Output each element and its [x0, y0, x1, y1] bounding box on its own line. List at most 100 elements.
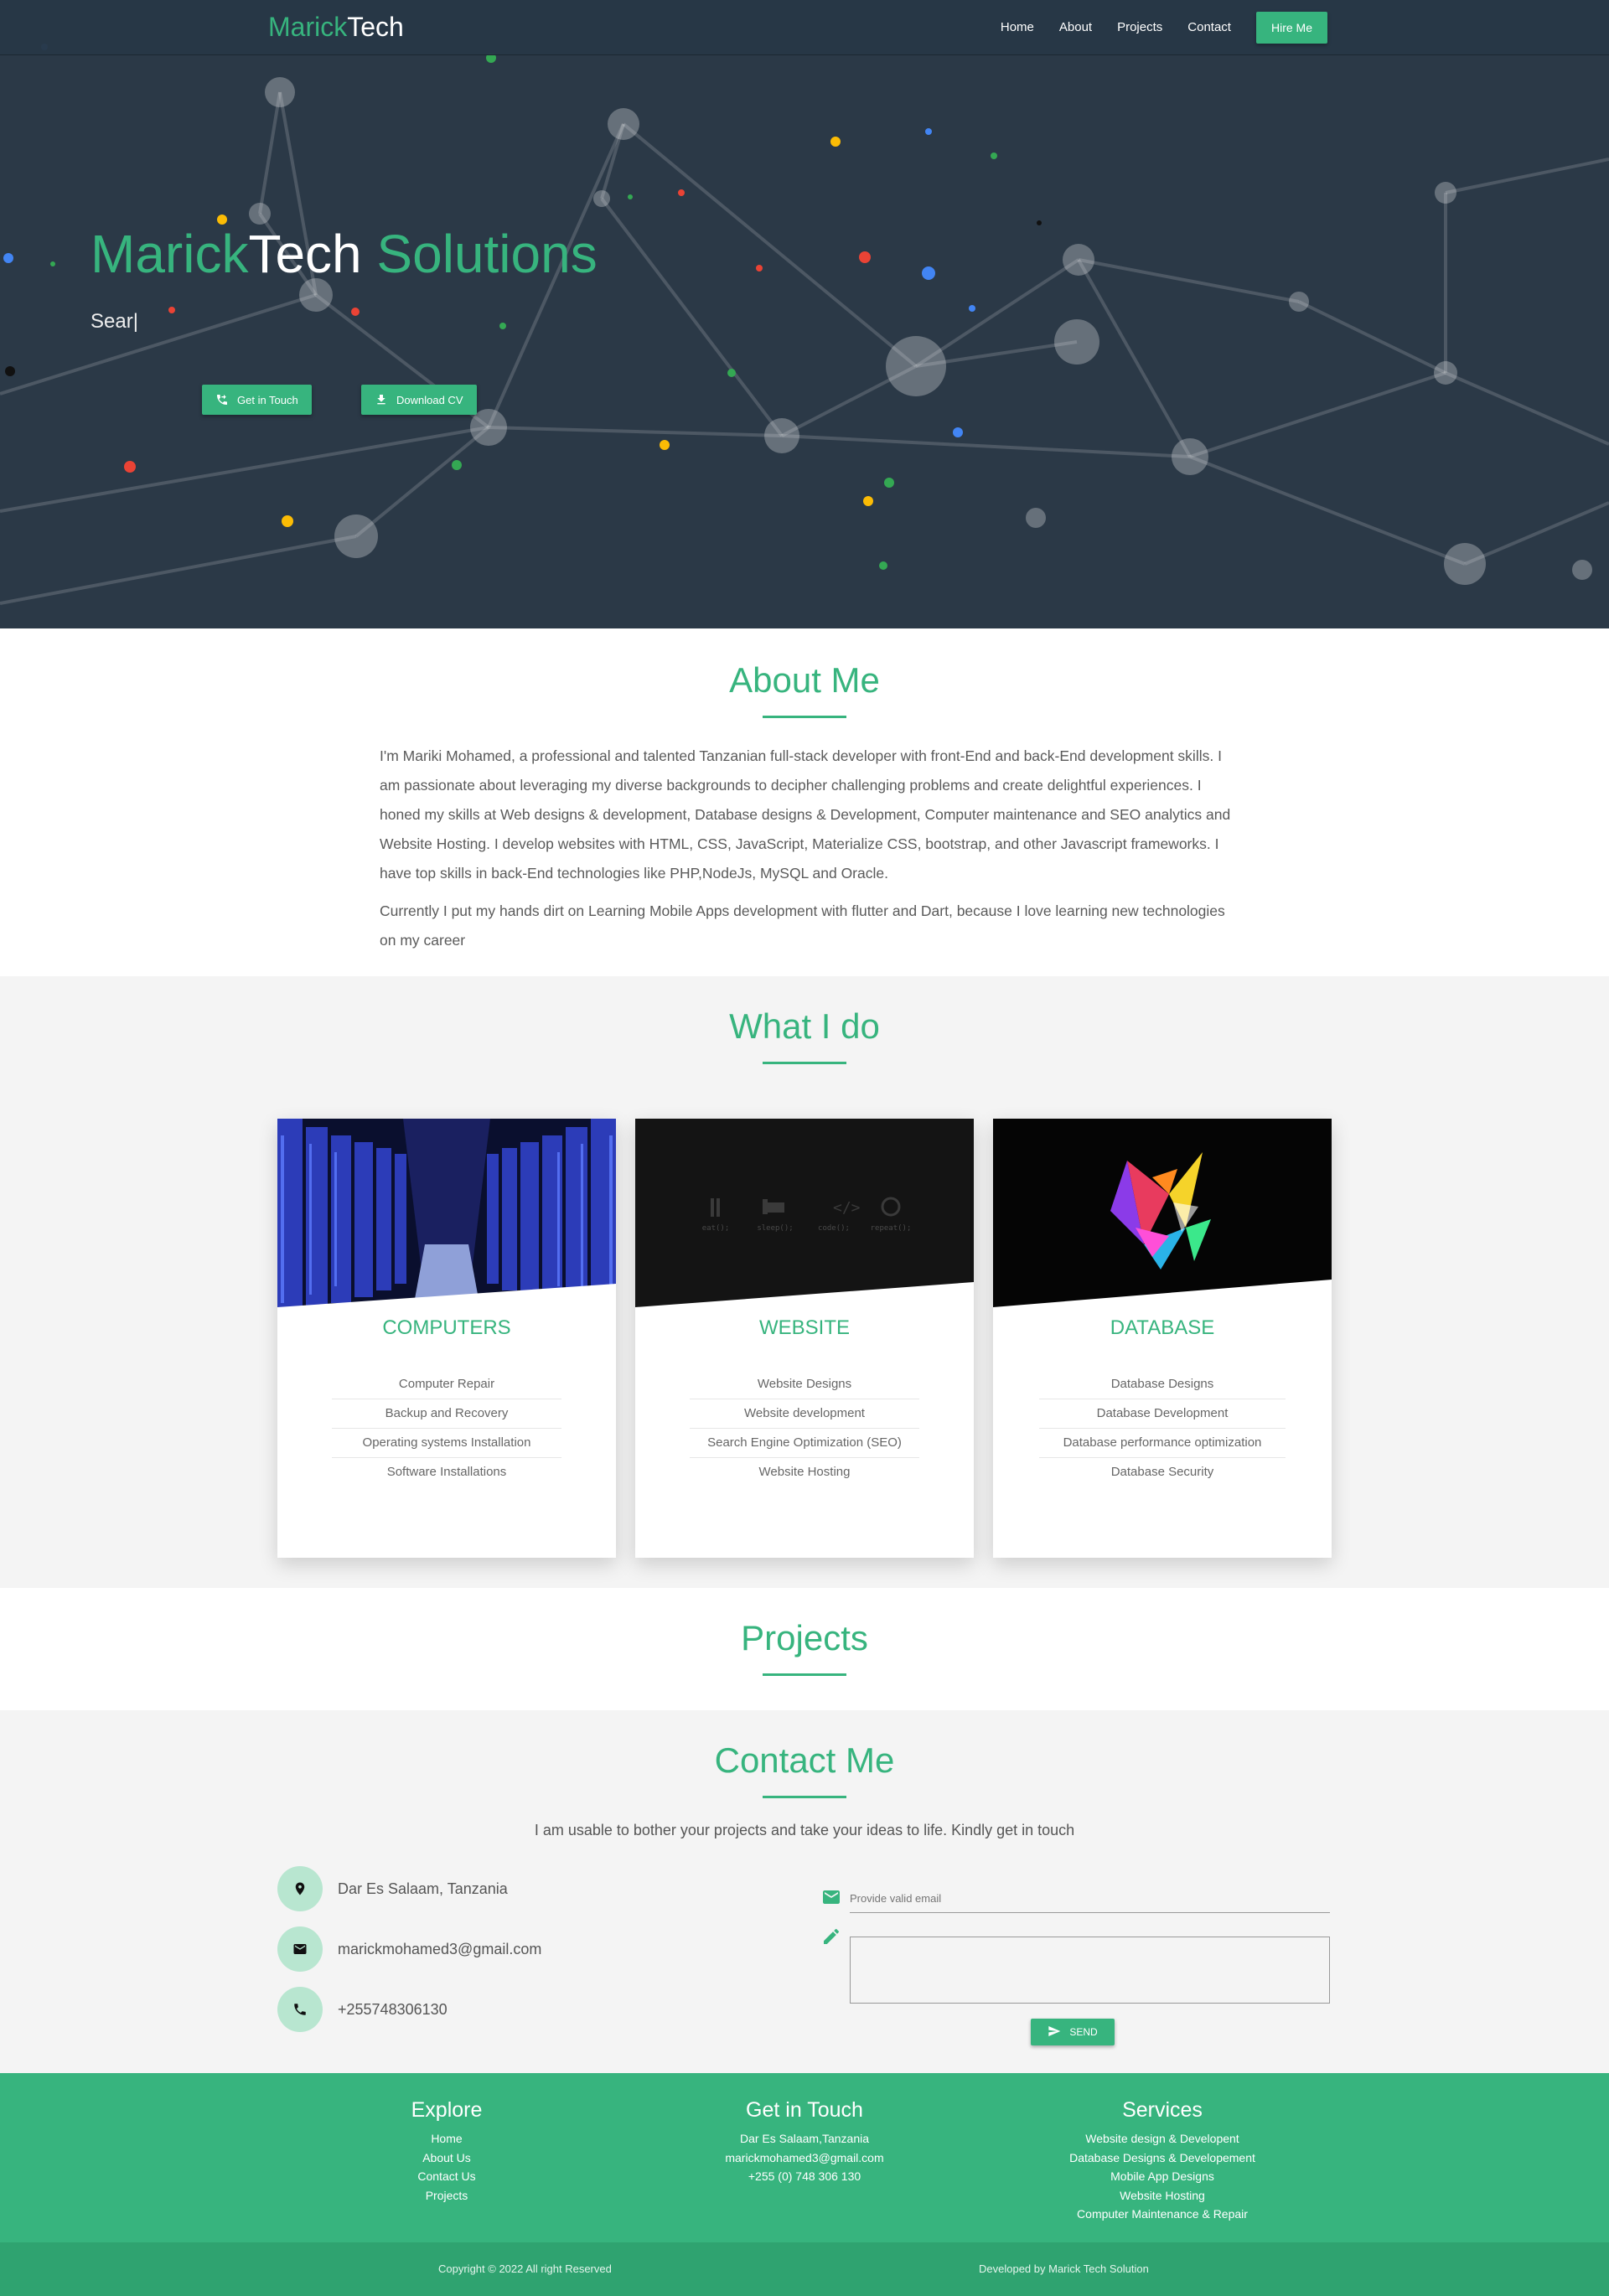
email-input[interactable] — [850, 1885, 1330, 1913]
list-item: Website development — [690, 1399, 919, 1429]
hero-title-part-1: Marick — [91, 224, 249, 284]
hire-me-button[interactable]: Hire Me — [1255, 12, 1327, 44]
phone-forward-icon — [215, 393, 229, 406]
phone-icon — [277, 1987, 323, 2032]
about-section: About Me I'm Mariki Mohamed, a professio… — [0, 628, 1609, 976]
top-navbar: MarickTech Home About Projects Contact H… — [0, 0, 1609, 55]
list-item: Search Engine Optimization (SEO) — [690, 1429, 919, 1458]
get-in-touch-label: Get in Touch — [237, 393, 298, 406]
card-list-computers: Computer Repair Backup and Recovery Oper… — [332, 1370, 561, 1487]
footer-explore: Explore Home About Us Contact Us Project… — [279, 2098, 614, 2205]
list-item: Database Development — [1039, 1399, 1286, 1429]
footer-link-contact[interactable]: Contact Us — [279, 2167, 614, 2186]
nav-link-projects[interactable]: Projects — [1105, 12, 1175, 44]
hero-section: MarickTech Solutions Sear| Get in Touch … — [0, 0, 1609, 628]
about-paragraph-1: I'm Mariki Mohamed, a professional and t… — [380, 747, 1231, 882]
footer-service-item: Computer Maintenance & Repair — [1077, 2207, 1248, 2221]
nav-link-contact[interactable]: Contact — [1175, 12, 1244, 44]
send-icon — [1048, 2025, 1061, 2040]
footer-service-item: Mobile App Designs — [1110, 2169, 1214, 2183]
card-title-database: DATABASE — [1110, 1316, 1215, 1339]
network-background — [0, 44, 1609, 605]
footer-services: Services Website design & Developent Dat… — [995, 2098, 1330, 2224]
hero-title-part-3: Solutions — [376, 224, 598, 284]
service-card-website: </> eat(); sleep(); code(); repeat(); WE… — [635, 1119, 974, 1558]
email-form-row — [821, 1885, 1330, 1913]
footer-address: Dar Es Salaam,Tanzania — [739, 2132, 870, 2145]
list-item: Website Designs — [690, 1370, 919, 1399]
service-card-computers: COMPUTERS Computer Repair Backup and Rec… — [277, 1119, 616, 1558]
server-room-image — [277, 1119, 616, 1320]
contact-phone: +255748306130 — [277, 1987, 448, 2032]
abstract-art-image — [993, 1119, 1332, 1320]
footer-link-home[interactable]: Home — [279, 2129, 614, 2149]
footer-services-title: Services — [1122, 2098, 1203, 2122]
list-item: Backup and Recovery — [332, 1399, 561, 1429]
eat-sleep-code-image: </> eat(); sleep(); code(); repeat(); — [635, 1119, 974, 1320]
footer-email[interactable]: marickmohamed3@gmail.com — [637, 2149, 972, 2168]
brand-part-1: Marick — [268, 12, 348, 42]
pencil-icon — [821, 1926, 841, 1951]
caption-eat: eat(); — [702, 1224, 730, 1233]
contact-email: marickmohamed3@gmail.com — [277, 1926, 541, 1972]
list-item: Database performance optimization — [1039, 1429, 1286, 1458]
service-card-database: DATABASE Database Designs Database Devel… — [993, 1119, 1332, 1558]
phone-text[interactable]: +255748306130 — [338, 2001, 448, 2019]
hero-title-part-2: Tech — [248, 224, 362, 284]
footer: Explore Home About Us Contact Us Project… — [0, 2073, 1609, 2242]
about-paragraph-2: Currently I put my hands dirt on Learnin… — [380, 902, 1225, 949]
nav-links: Home About Projects Contact Hire Me — [988, 12, 1327, 44]
what-i-do-section: What I do COMPUTERS Computer Repair Back… — [0, 976, 1609, 1588]
list-item: Database Designs — [1039, 1370, 1286, 1399]
get-in-touch-button[interactable]: Get in Touch — [202, 385, 312, 415]
footer-explore-title: Explore — [411, 2098, 483, 2122]
list-item: Computer Repair — [332, 1370, 561, 1399]
list-item: Operating systems Installation — [332, 1429, 561, 1458]
caption-repeat: repeat(); — [871, 1224, 912, 1233]
card-title-computers: COMPUTERS — [382, 1316, 511, 1339]
developed-by-text: Developed by Marick Tech Solution — [979, 2262, 1149, 2275]
email-text[interactable]: marickmohamed3@gmail.com — [338, 1941, 541, 1958]
footer-service-item: Database Designs & Developement — [1069, 2150, 1255, 2164]
message-form-row — [821, 1926, 1330, 2004]
nav-link-about[interactable]: About — [1047, 12, 1105, 44]
send-button[interactable]: SEND — [1031, 2019, 1115, 2045]
footer-touch-title: Get in Touch — [746, 2098, 863, 2122]
message-textarea[interactable] — [850, 1937, 1330, 2004]
download-icon — [375, 393, 388, 406]
list-item: Database Security — [1110, 1465, 1214, 1479]
contact-title: Contact Me — [714, 1740, 895, 1780]
footer-link-about[interactable]: About Us — [279, 2149, 614, 2168]
footer-get-in-touch: Get in Touch Dar Es Salaam,Tanzania mari… — [637, 2098, 972, 2186]
about-title: About Me — [729, 660, 880, 700]
card-title-website: WEBSITE — [758, 1316, 850, 1339]
what-i-do-underline — [763, 1062, 846, 1064]
list-item: Software Installations — [386, 1465, 507, 1479]
contact-intro: I am usable to bother your projects and … — [534, 1822, 1075, 1838]
email-icon — [277, 1926, 323, 1972]
contact-location: Dar Es Salaam, Tanzania — [277, 1866, 508, 1911]
projects-title: Projects — [741, 1618, 868, 1657]
svg-text:</>: </> — [833, 1199, 861, 1217]
footer-bottom-bar: Copyright © 2022 All right Reserved Deve… — [0, 2242, 1609, 2296]
brand-part-2: Tech — [347, 12, 404, 42]
about-text: I'm Mariki Mohamed, a professional and t… — [373, 742, 1236, 955]
hero-typed-text: Sear| — [91, 310, 138, 333]
caption-sleep: sleep(); — [757, 1224, 793, 1233]
copyright-text: Copyright © 2022 All right Reserved — [438, 2262, 612, 2275]
brand-logo[interactable]: MarickTech — [268, 12, 404, 43]
footer-service-item: Website Hosting — [1120, 2188, 1205, 2202]
send-label: SEND — [1069, 2026, 1098, 2038]
footer-link-projects[interactable]: Projects — [279, 2186, 614, 2206]
download-cv-button[interactable]: Download CV — [361, 385, 477, 415]
contact-section: Contact Me I am usable to bother your pr… — [0, 1710, 1609, 2073]
caption-code: code(); — [818, 1224, 850, 1233]
nav-link-home[interactable]: Home — [988, 12, 1047, 44]
footer-phone[interactable]: +255 (0) 748 306 130 — [637, 2167, 972, 2186]
card-list-database: Database Designs Database Development Da… — [1039, 1370, 1286, 1487]
contact-underline — [763, 1796, 846, 1798]
footer-service-item: Website design & Developent — [1085, 2132, 1239, 2145]
card-list-website: Website Designs Website development Sear… — [690, 1370, 919, 1487]
list-item: Website Hosting — [758, 1465, 851, 1479]
about-title-underline — [763, 716, 846, 718]
